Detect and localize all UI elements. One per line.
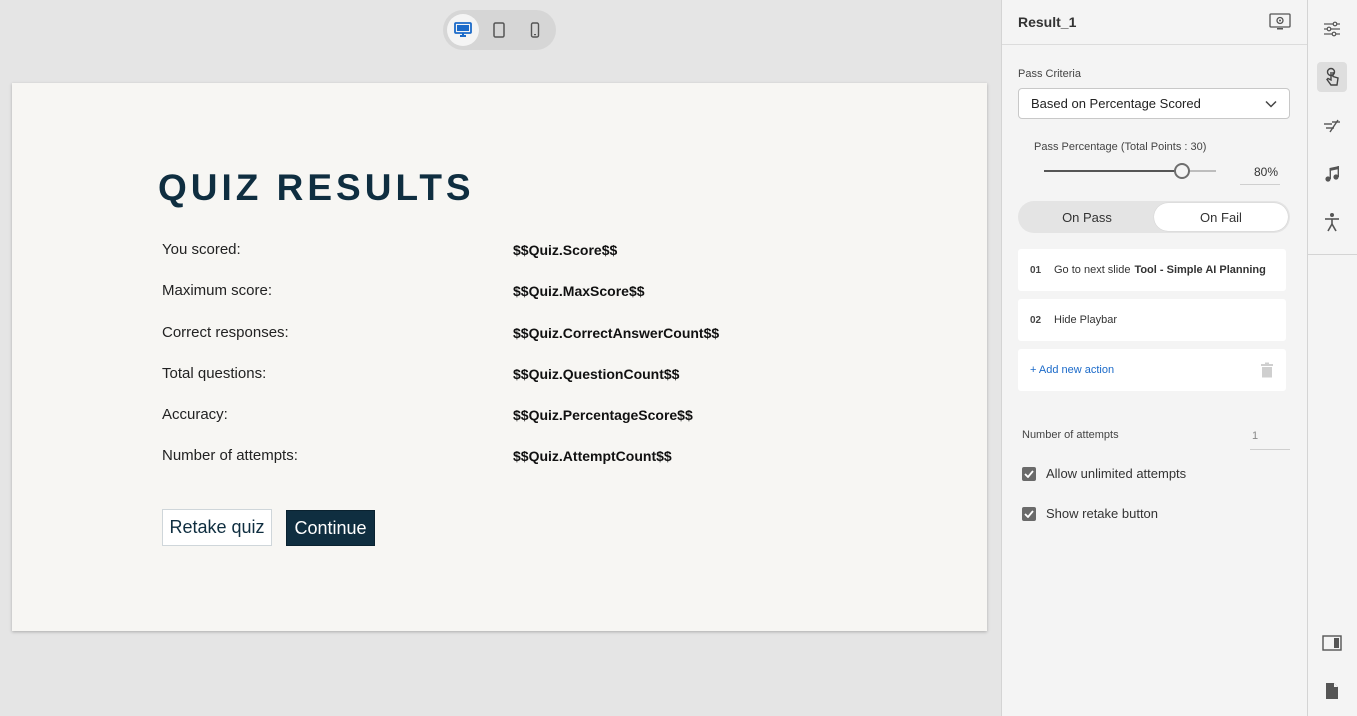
attempts-value: $$Quiz.AttemptCount$$ xyxy=(513,448,672,464)
correct-responses-label: Correct responses: xyxy=(162,324,289,341)
add-new-action-link[interactable]: + Add new action xyxy=(1030,364,1114,376)
rail-divider xyxy=(1308,254,1357,255)
slider-thumb[interactable] xyxy=(1173,163,1190,179)
panel-header: Result_1 xyxy=(1002,0,1307,45)
pass-percentage-label: Pass Percentage (Total Points : 30) xyxy=(1034,141,1207,153)
action-text: Hide Playbar xyxy=(1054,314,1117,326)
tab-on-fail[interactable]: On Fail xyxy=(1154,203,1288,231)
allow-unlimited-attempts-row[interactable]: Allow unlimited attempts xyxy=(1022,466,1186,481)
mobile-view-button[interactable] xyxy=(519,14,551,46)
chevron-down-icon xyxy=(1265,100,1277,108)
checkmark-icon xyxy=(1024,469,1034,478)
total-questions-label: Total questions: xyxy=(162,365,267,382)
mobile-icon xyxy=(530,22,540,38)
show-retake-label: Show retake button xyxy=(1046,506,1159,521)
allow-unlimited-checkbox[interactable] xyxy=(1022,466,1036,481)
tablet-view-button[interactable] xyxy=(483,14,515,46)
pass-criteria-label: Pass Criteria xyxy=(1018,68,1081,80)
accuracy-label: Accuracy: xyxy=(162,406,228,423)
show-retake-checkbox[interactable] xyxy=(1022,506,1036,521)
checkmark-icon xyxy=(1024,509,1034,518)
desktop-view-button[interactable] xyxy=(447,14,479,46)
audio-note-icon[interactable] xyxy=(1317,159,1347,189)
pass-fail-toggle: On Pass On Fail xyxy=(1018,201,1290,233)
accessibility-icon[interactable] xyxy=(1317,207,1347,237)
action-item[interactable]: 02 Hide Playbar xyxy=(1018,299,1286,341)
action-text: Go to next slide xyxy=(1054,264,1131,276)
tab-on-pass[interactable]: On Pass xyxy=(1020,203,1154,231)
score-label: You scored: xyxy=(162,241,241,258)
total-questions-value: $$Quiz.QuestionCount$$ xyxy=(513,366,680,382)
action-item[interactable]: 01 Go to next slide Tool - Simple AI Pla… xyxy=(1018,249,1286,291)
pass-criteria-value: Based on Percentage Scored xyxy=(1031,96,1201,111)
attempts-number-field[interactable]: 1 xyxy=(1250,422,1290,450)
retake-quiz-button[interactable]: Retake quiz xyxy=(162,509,272,546)
show-retake-button-row[interactable]: Show retake button xyxy=(1022,506,1158,521)
animation-icon[interactable] xyxy=(1317,111,1347,141)
tablet-icon xyxy=(493,22,505,38)
score-value: $$Quiz.Score$$ xyxy=(513,242,618,258)
allow-unlimited-label: Allow unlimited attempts xyxy=(1046,466,1187,481)
attempts-label: Number of attempts: xyxy=(162,447,298,464)
right-tool-rail xyxy=(1307,0,1357,716)
preview-icon[interactable] xyxy=(1269,12,1291,32)
action-target: Tool - Simple AI Planning xyxy=(1134,264,1266,276)
slide-canvas: QUIZ RESULTS You scored: $$Quiz.Score$$ … xyxy=(12,83,987,631)
max-score-label: Maximum score: xyxy=(162,282,273,299)
pass-criteria-dropdown[interactable]: Based on Percentage Scored xyxy=(1018,88,1290,119)
slider-fill xyxy=(1044,170,1182,172)
max-score-value: $$Quiz.MaxScore$$ xyxy=(513,283,645,299)
action-number: 02 xyxy=(1030,314,1042,326)
accuracy-value: $$Quiz.PercentageScore$$ xyxy=(513,407,693,423)
device-switcher xyxy=(443,10,556,50)
correct-responses-value: $$Quiz.CorrectAnswerCount$$ xyxy=(513,325,720,341)
properties-sliders-icon[interactable] xyxy=(1317,14,1347,44)
document-icon[interactable] xyxy=(1317,676,1347,706)
quiz-results-title: QUIZ RESULTS xyxy=(158,167,475,208)
attempts-number-label: Number of attempts xyxy=(1022,429,1119,441)
properties-panel: Result_1 Pass Criteria Based on Percenta… xyxy=(1001,0,1307,716)
panel-title: Result_1 xyxy=(1018,14,1077,30)
desktop-icon xyxy=(454,22,472,37)
trash-icon[interactable] xyxy=(1260,362,1274,378)
continue-button[interactable]: Continue xyxy=(286,510,375,546)
pass-percentage-slider[interactable] xyxy=(1044,170,1216,172)
slide-layout-icon[interactable] xyxy=(1317,628,1347,658)
pass-percentage-value[interactable]: 80% xyxy=(1240,159,1280,185)
add-action-row: + Add new action xyxy=(1018,349,1286,391)
interaction-touch-icon[interactable] xyxy=(1317,62,1347,92)
action-number: 01 xyxy=(1030,264,1042,276)
